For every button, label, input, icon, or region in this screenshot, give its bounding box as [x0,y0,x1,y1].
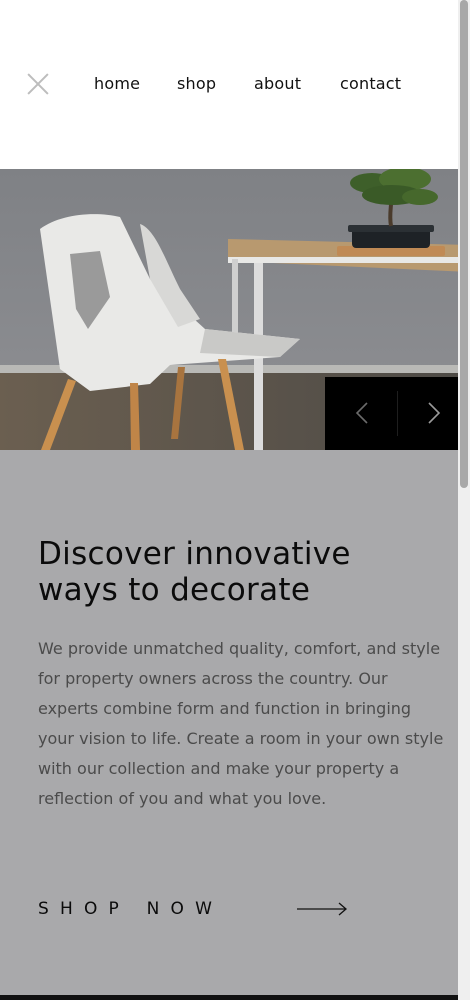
close-icon[interactable] [26,72,50,96]
nav-item-home[interactable]: home [94,74,140,93]
footer-edge [0,995,470,1000]
scrollbar-thumb[interactable] [460,0,468,488]
nav-item-shop[interactable]: shop [177,74,216,93]
nav-item-about[interactable]: about [254,74,301,93]
content-panel: Discover innovative ways to decorate We … [0,450,470,995]
nav-item-contact[interactable]: contact [340,74,401,93]
site-header: home shop about contact [0,0,458,169]
chevron-left-icon [355,402,368,424]
page-heading: Discover innovative ways to decorate [38,536,351,608]
shop-now-button[interactable]: SHOP NOW [38,899,223,919]
long-arrow-right-icon[interactable] [296,901,350,917]
slider-prev-button[interactable] [325,377,397,450]
slider-controls [325,377,470,450]
intro-paragraph: We provide unmatched quality, comfort, a… [38,639,444,808]
